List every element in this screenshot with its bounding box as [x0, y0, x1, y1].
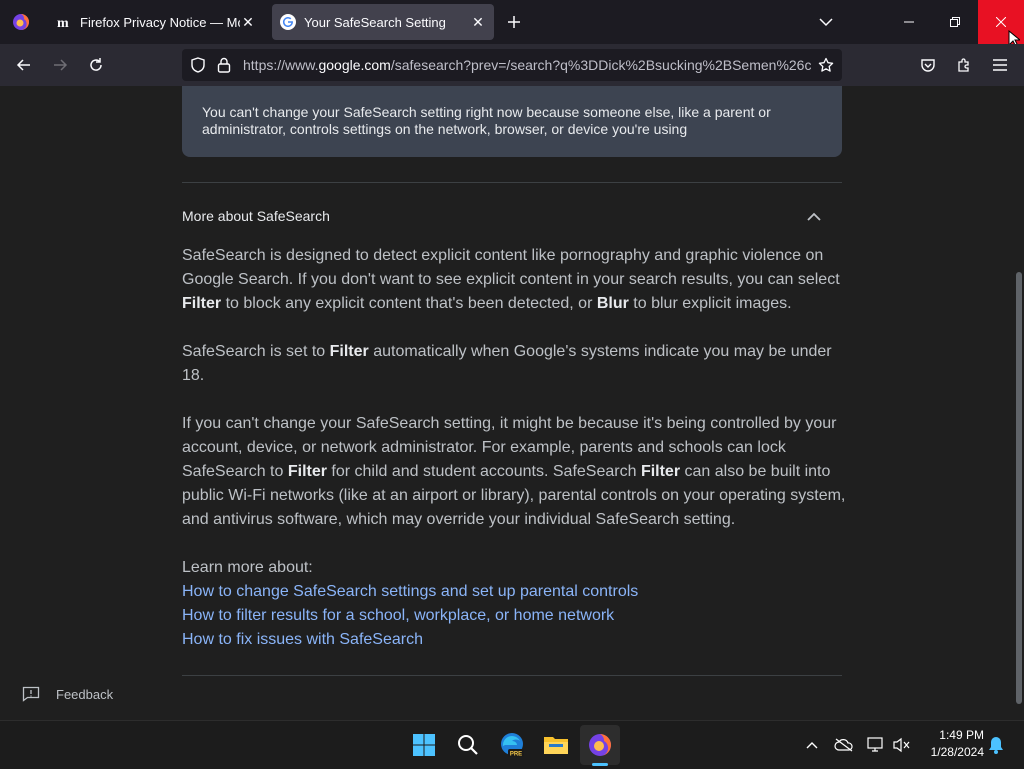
link-change-safesearch-settings[interactable]: How to change SafeSearch settings and se…	[182, 580, 638, 604]
text: for child and student accounts. SafeSear…	[326, 463, 641, 480]
tab-title: Firefox Privacy Notice — Mozilla	[80, 14, 240, 30]
tab-safesearch[interactable]: Your SafeSearch Setting ✕	[272, 4, 494, 40]
text: to blur explicit images.	[628, 295, 792, 312]
tab-firefox-privacy[interactable]: m Firefox Privacy Notice — Mozilla ✕	[48, 4, 264, 40]
firefox-view-button[interactable]	[0, 0, 42, 44]
search-icon	[458, 735, 478, 755]
feedback-label: Feedback	[56, 686, 114, 702]
paragraph-cant-change: If you can't change your SafeSearch sett…	[182, 412, 846, 532]
hamburger-menu-icon	[993, 59, 1007, 71]
chevron-down-icon	[819, 18, 833, 27]
arrow-right-icon	[54, 59, 68, 71]
volume-button[interactable]	[892, 735, 912, 755]
chevron-up-icon[interactable]	[804, 206, 824, 226]
restore-icon	[950, 17, 960, 27]
close-tab-icon[interactable]: ✕	[470, 14, 486, 30]
plus-icon	[508, 16, 520, 28]
close-icon	[996, 17, 1006, 27]
navigation-toolbar: https://www.google.com/safesearch?prev=/…	[0, 44, 1024, 87]
edge-icon: PRE	[501, 733, 524, 758]
clock-date: 1/28/2024	[930, 745, 984, 759]
link-filter-results-network[interactable]: How to filter results for a school, work…	[182, 604, 614, 628]
svg-text:m: m	[57, 16, 69, 28]
url-path: /safesearch?prev=/search?q%3DDick%2Bsuck…	[390, 57, 811, 73]
safesearch-locked-notice: You can't change your SafeSearch setting…	[182, 86, 842, 157]
url-text[interactable]: https://www.google.com/safesearch?prev=/…	[243, 57, 811, 73]
minimize-icon	[904, 21, 914, 23]
url-domain: google.com	[318, 57, 391, 73]
edge-beta-button[interactable]: PRE	[492, 725, 532, 765]
network-icon	[867, 737, 883, 752]
divider	[182, 675, 842, 676]
restore-button[interactable]	[932, 0, 978, 44]
address-bar[interactable]: https://www.google.com/safesearch?prev=/…	[182, 49, 842, 81]
blur-term: Blur	[596, 295, 629, 312]
url-prefix: https://www.	[243, 57, 319, 73]
active-app-indicator	[592, 763, 608, 766]
feedback-icon	[22, 686, 40, 702]
app-menu-button[interactable]	[985, 50, 1015, 80]
filter-term: Filter	[329, 343, 369, 360]
cloud-off-icon	[834, 738, 853, 752]
speaker-muted-icon	[893, 737, 910, 753]
more-about-safesearch-heading[interactable]: More about SafeSearch	[182, 208, 330, 224]
clock-time: 1:49 PM	[939, 728, 984, 742]
show-hidden-icons-button[interactable]	[802, 735, 822, 755]
bell-icon	[989, 737, 1003, 754]
page-scrollbar[interactable]	[1016, 272, 1022, 704]
title-bar: m Firefox Privacy Notice — Mozilla ✕ You…	[0, 0, 1024, 48]
new-tab-button[interactable]	[500, 8, 528, 36]
divider	[182, 182, 842, 183]
arrow-left-icon	[16, 59, 30, 71]
learn-more-label: Learn more about:	[182, 559, 313, 576]
edge-badge-label: PRE	[510, 752, 522, 758]
link-fix-safesearch-issues[interactable]: How to fix issues with SafeSearch	[182, 628, 423, 652]
page-content: You can't change your SafeSearch setting…	[0, 86, 1024, 720]
tab-title: Your SafeSearch Setting	[304, 14, 446, 30]
firefox-icon	[13, 14, 29, 30]
text: to block any explicit content that's bee…	[221, 295, 597, 312]
tracking-protection-icon[interactable]	[190, 57, 206, 78]
bookmark-star-icon[interactable]	[818, 57, 834, 78]
reload-button[interactable]	[81, 50, 111, 80]
firefox-icon	[589, 734, 611, 757]
text: SafeSearch is designed to detect explici…	[182, 247, 840, 288]
list-all-tabs-button[interactable]	[812, 8, 840, 36]
start-button[interactable]	[404, 725, 444, 765]
paragraph-about-safesearch: SafeSearch is designed to detect explici…	[182, 244, 846, 316]
reload-icon	[90, 58, 102, 71]
filter-term: Filter	[640, 463, 681, 480]
text: SafeSearch is set to	[182, 343, 330, 360]
feedback-button[interactable]: Feedback	[22, 686, 113, 702]
paragraph-auto-filter: SafeSearch is set to Filter automaticall…	[182, 340, 846, 388]
pocket-button[interactable]	[913, 50, 943, 80]
notifications-button[interactable]	[986, 735, 1006, 755]
forward-button[interactable]	[45, 50, 75, 80]
network-button[interactable]	[866, 735, 886, 755]
pocket-icon	[921, 59, 935, 72]
search-button[interactable]	[448, 725, 488, 765]
chevron-up-icon	[806, 742, 818, 749]
taskbar: PRE 1:49 PM 1/28/2024	[0, 720, 1024, 769]
filter-term: Filter	[287, 463, 327, 480]
system-clock[interactable]: 1:49 PM 1/28/2024	[918, 727, 984, 761]
windows-logo-icon	[413, 734, 435, 756]
close-tab-icon[interactable]: ✕	[240, 14, 256, 30]
filter-term: Filter	[182, 295, 222, 312]
firefox-taskbar-button[interactable]	[580, 725, 620, 765]
back-button[interactable]	[9, 50, 39, 80]
lock-icon[interactable]	[217, 57, 231, 78]
mozilla-m-icon: m	[56, 14, 72, 30]
extensions-button[interactable]	[949, 50, 979, 80]
puzzle-icon	[958, 58, 969, 72]
google-g-icon	[280, 14, 296, 30]
file-explorer-button[interactable]	[536, 725, 576, 765]
minimize-button[interactable]	[886, 0, 932, 44]
onedrive-button[interactable]	[834, 735, 854, 755]
folder-icon	[544, 737, 568, 754]
